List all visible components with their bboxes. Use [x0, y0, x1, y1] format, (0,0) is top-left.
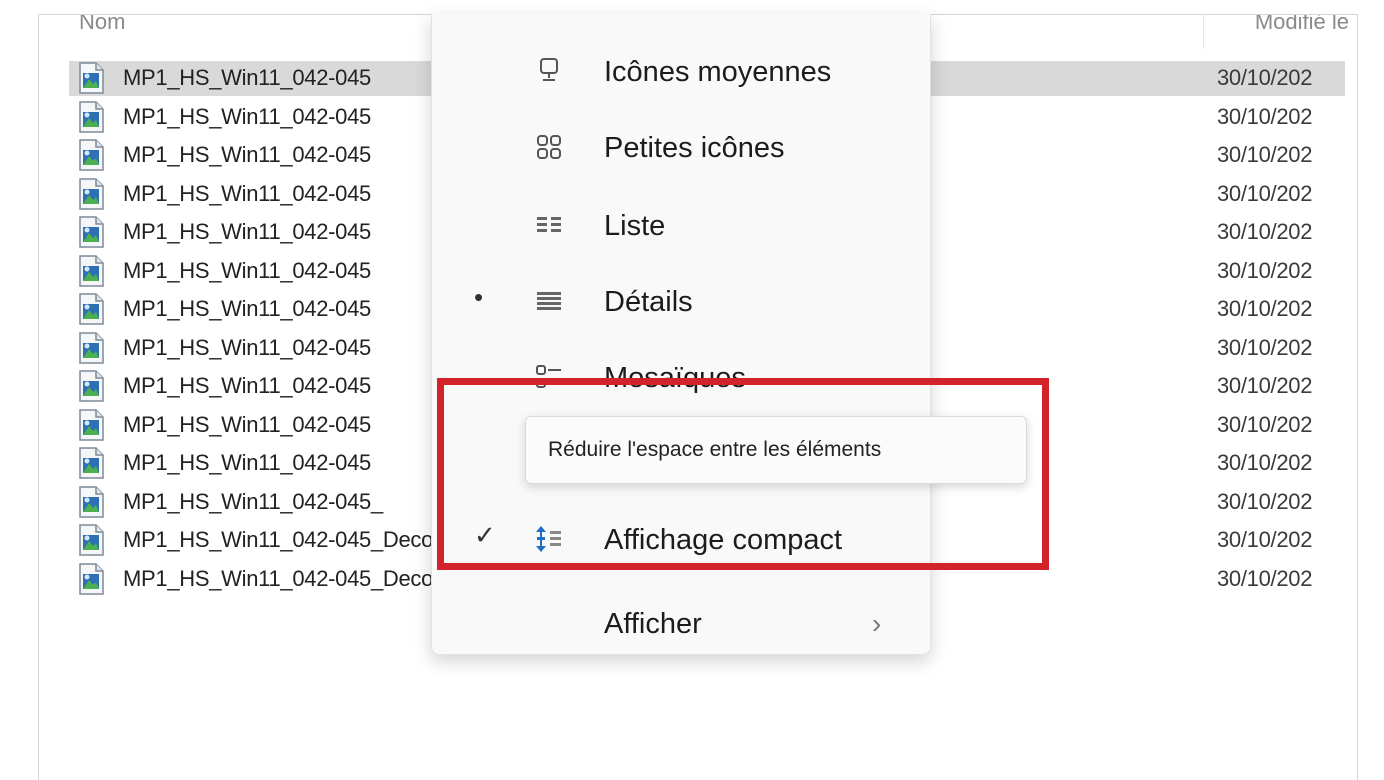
file-name: MP1_HS_Win11_042-045 [123, 219, 371, 245]
file-modified-date: 30/10/202 [1217, 450, 1313, 476]
file-modified-date: 30/10/202 [1217, 103, 1313, 129]
file-modified-date: 30/10/202 [1217, 142, 1313, 168]
image-file-icon [79, 216, 104, 248]
file-name: MP1_HS_Win11_042-045 [123, 450, 371, 476]
image-file-icon [79, 524, 104, 556]
file-name: MP1_HS_Win11_042-045 [123, 142, 371, 168]
medium-icons-icon [540, 58, 558, 81]
menu-item-medium-icons[interactable]: Icônes moyennes [432, 34, 930, 110]
image-file-icon [79, 370, 104, 402]
image-file-icon [79, 178, 104, 210]
file-modified-date: 30/10/202 [1217, 219, 1313, 245]
file-name: MP1_HS_Win11_042-045 [123, 296, 371, 322]
image-file-icon [79, 409, 104, 441]
file-modified-date: 30/10/202 [1217, 296, 1313, 322]
image-file-icon [79, 563, 104, 595]
file-modified-date: 30/10/202 [1217, 373, 1313, 399]
file-name: MP1_HS_Win11_042-045 [123, 65, 371, 91]
file-modified-date: 30/10/202 [1217, 527, 1313, 553]
column-name-header[interactable]: Nom [79, 15, 125, 35]
file-modified-date: 30/10/202 [1217, 257, 1313, 283]
image-file-icon [79, 486, 104, 518]
file-name: MP1_HS_Win11_042-045 [123, 373, 371, 399]
menu-item-label: Icônes moyennes [604, 56, 832, 88]
menu-item-list[interactable]: Liste [432, 188, 930, 264]
selected-bullet-icon: • [474, 282, 484, 312]
image-file-icon [79, 139, 104, 171]
file-name: MP1_HS_Win11_042-045 [123, 180, 371, 206]
menu-item-label: Détails [604, 286, 693, 318]
file-modified-date: 30/10/202 [1217, 180, 1313, 206]
red-highlight-box [437, 378, 1049, 570]
chevron-right-icon: › [872, 608, 882, 639]
menu-item-label: Liste [604, 210, 666, 242]
image-file-icon [79, 447, 104, 479]
image-file-icon [79, 255, 104, 287]
menu-item-show[interactable]: Afficher › [432, 586, 930, 662]
menu-item-label: Petites icônes [604, 132, 785, 164]
image-file-icon [79, 101, 104, 133]
image-file-icon [79, 332, 104, 364]
file-modified-date: 30/10/202 [1217, 65, 1313, 91]
menu-item-details[interactable]: • Détails [432, 264, 930, 340]
file-name: MP1_HS_Win11_042-045_ [123, 488, 383, 514]
file-modified-date: 30/10/202 [1217, 411, 1313, 437]
column-date-header[interactable]: Modifié le [1255, 15, 1349, 35]
file-name: MP1_HS_Win11_042-045 [123, 334, 371, 360]
file-name: MP1_HS_Win11_042-045 [123, 257, 371, 283]
column-separator[interactable] [1203, 15, 1204, 49]
image-file-icon [79, 62, 104, 94]
menu-item-label: Afficher [604, 608, 702, 640]
image-file-icon [79, 293, 104, 325]
file-name: MP1_HS_Win11_042-045 [123, 411, 371, 437]
file-modified-date: 30/10/202 [1217, 488, 1313, 514]
file-modified-date: 30/10/202 [1217, 565, 1313, 591]
file-modified-date: 30/10/202 [1217, 334, 1313, 360]
menu-item-small-icons[interactable]: Petites icônes [432, 110, 930, 186]
details-icon [537, 292, 561, 310]
list-icon [537, 217, 561, 232]
small-icons-icon [537, 135, 561, 159]
file-name: MP1_HS_Win11_042-045 [123, 103, 371, 129]
